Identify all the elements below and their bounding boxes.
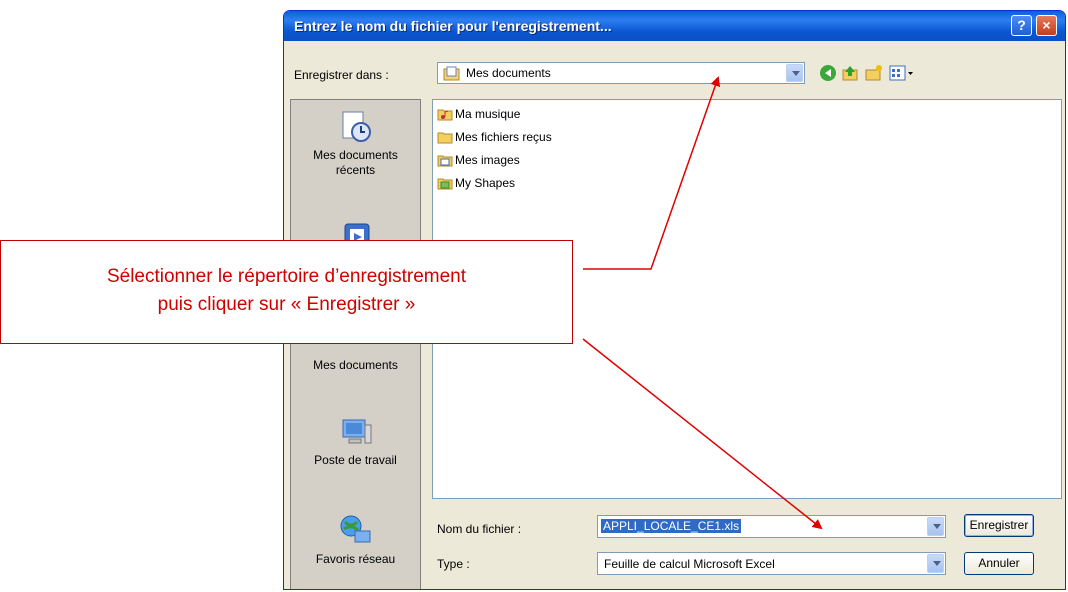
help-button[interactable]: ? — [1011, 15, 1032, 36]
title-bar[interactable]: Entrez le nom du fichier pour l'enregist… — [284, 11, 1065, 41]
save-in-label: Enregistrer dans : — [294, 68, 389, 82]
annotation-callout: Sélectionner le répertoire d’enregistrem… — [0, 240, 573, 344]
dialog-title: Entrez le nom du fichier pour l'enregist… — [294, 18, 612, 34]
save-in-dropdown[interactable]: Mes documents — [437, 62, 805, 84]
list-item[interactable]: My Shapes — [437, 175, 515, 193]
save-in-value: Mes documents — [466, 66, 551, 80]
pictures-folder-icon — [437, 155, 453, 167]
network-places-icon — [340, 515, 370, 543]
up-folder-icon[interactable] — [841, 64, 859, 82]
documents-folder-icon — [443, 66, 460, 81]
recent-documents-icon — [342, 111, 371, 142]
cancel-button[interactable]: Annuler — [964, 552, 1034, 575]
places-bar: Mes documents récents Mes documents Post… — [290, 99, 421, 589]
list-item[interactable]: Mes fichiers reçus — [437, 129, 552, 147]
close-button[interactable]: × — [1036, 15, 1057, 36]
music-folder-icon — [437, 109, 453, 121]
place-network[interactable]: Favoris réseau — [291, 514, 420, 566]
filename-label: Nom du fichier : — [437, 522, 522, 536]
shapes-folder-icon — [437, 178, 453, 190]
filetype-label: Type : — [437, 557, 470, 571]
save-button[interactable]: Enregistrer — [964, 514, 1034, 537]
folder-icon — [437, 132, 453, 144]
my-computer-icon — [342, 419, 371, 444]
place-label: Mes documents — [313, 358, 398, 372]
new-folder-icon[interactable] — [865, 64, 883, 82]
place-label: Favoris réseau — [315, 552, 396, 566]
place-recent-documents[interactable]: Mes documents récents — [291, 110, 420, 178]
place-label: Poste de travail — [314, 453, 397, 467]
filetype-select[interactable]: Feuille de calcul Microsoft Excel — [597, 552, 946, 575]
annotation-line-2: puis cliquer sur « Enregistrer » — [157, 294, 416, 315]
back-icon[interactable] — [819, 64, 837, 82]
views-menu-icon[interactable] — [889, 64, 915, 82]
list-item[interactable]: Ma musique — [437, 106, 520, 124]
filename-input[interactable]: APPLI_LOCALE_CE1.xls — [597, 515, 946, 538]
list-item[interactable]: Mes images — [437, 152, 520, 170]
chevron-down-icon[interactable] — [927, 554, 944, 573]
chevron-down-icon[interactable] — [927, 517, 944, 536]
filename-value: APPLI_LOCALE_CE1.xls — [601, 519, 742, 533]
annotation-line-1: Sélectionner le répertoire d’enregistrem… — [106, 266, 467, 287]
place-my-computer[interactable]: Poste de travail — [291, 415, 420, 467]
chevron-down-icon[interactable] — [786, 64, 803, 82]
place-label: Mes documents récents — [313, 148, 398, 177]
place-my-documents[interactable]: Mes documents — [291, 358, 420, 372]
filetype-value: Feuille de calcul Microsoft Excel — [604, 557, 775, 571]
